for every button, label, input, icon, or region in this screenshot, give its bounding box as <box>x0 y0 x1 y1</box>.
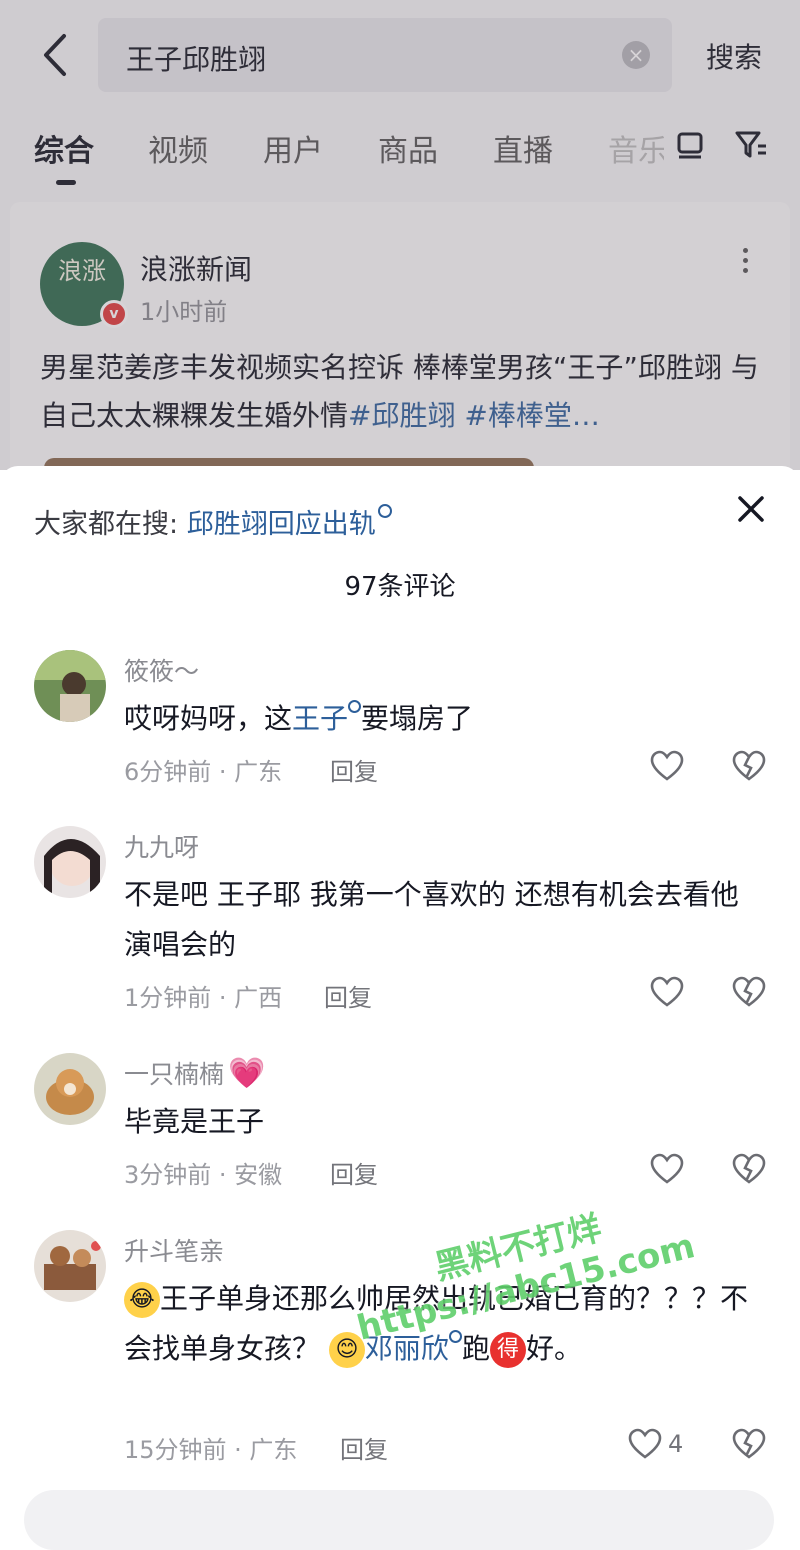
comment-count: 97条评论 <box>344 572 456 602</box>
comment-username[interactable]: 升斗笔亲 <box>124 1232 224 1268</box>
trending-query-link[interactable]: 邱胜翊回应出轨 <box>187 509 376 540</box>
like-icon[interactable] <box>650 1153 684 1185</box>
avatar[interactable] <box>34 1053 106 1125</box>
avatar[interactable] <box>34 650 106 722</box>
crying-laugh-emoji-icon: 😂 <box>124 1282 160 1318</box>
search-icon <box>348 700 362 713</box>
reply-button[interactable]: 回复 <box>340 1430 388 1465</box>
comment-meta: 15分钟前 · 广东 <box>124 1436 298 1464</box>
avatar[interactable] <box>34 1230 106 1302</box>
reply-button[interactable]: 回复 <box>330 1155 378 1190</box>
dislike-icon[interactable] <box>732 976 766 1008</box>
comment-meta: 3分钟前 · 安徽 <box>124 1161 283 1189</box>
comment-input[interactable] <box>24 1490 774 1550</box>
dislike-icon[interactable] <box>732 1428 766 1460</box>
comment-meta: 6分钟前 · 广东 <box>124 758 283 786</box>
close-icon[interactable] <box>736 494 766 524</box>
comment-text: 哎呀妈呀，这王子 要塌房了 <box>124 694 764 744</box>
search-results-page: 王子邱胜翊 × 搜索 综合 视频 用户 商品 直播 音乐 浪涨 v 浪涨新闻 1… <box>0 0 800 470</box>
comment-username[interactable]: 一只楠楠 💗 <box>124 1055 265 1091</box>
comment-text: 毕竟是王子 <box>124 1105 265 1138</box>
like-icon[interactable] <box>650 750 684 782</box>
comment-username[interactable]: 筱筱～ <box>124 652 199 688</box>
de-badge-icon: 得 <box>489 1332 526 1368</box>
comment-meta: 1分钟前 · 广西 <box>124 984 283 1012</box>
search-icon <box>377 504 392 518</box>
comment-search-link[interactable]: 王子 <box>292 702 348 735</box>
trending-search: 大家都在搜: 邱胜翊回应出轨 <box>34 502 392 541</box>
comment-text-part: 哎呀妈呀，这 <box>124 702 293 735</box>
sparkle-heart-icon: 💗 <box>228 1056 266 1091</box>
like-icon[interactable] <box>650 976 684 1008</box>
comment-text: 不是吧 王子耶 我第一个喜欢的 还想有机会去看他演唱会的 <box>124 878 739 961</box>
avatar[interactable] <box>34 826 106 898</box>
comment-text-part: 好。 <box>525 1332 582 1365</box>
comment-username[interactable]: 九九呀 <box>124 828 199 864</box>
reply-button[interactable]: 回复 <box>324 978 372 1013</box>
reply-button[interactable]: 回复 <box>330 752 378 787</box>
trending-label: 大家都在搜: <box>34 509 179 540</box>
comment-text-part: 要塌房了 <box>361 702 474 735</box>
like-icon[interactable] <box>628 1428 662 1460</box>
modal-overlay[interactable] <box>0 0 800 470</box>
username-text: 一只楠楠 <box>124 1060 225 1089</box>
like-count: 4 <box>668 1430 684 1458</box>
dislike-icon[interactable] <box>732 1153 766 1185</box>
dislike-icon[interactable] <box>732 750 766 782</box>
comment-text-part: 跑 <box>461 1332 490 1365</box>
search-icon <box>448 1330 462 1343</box>
